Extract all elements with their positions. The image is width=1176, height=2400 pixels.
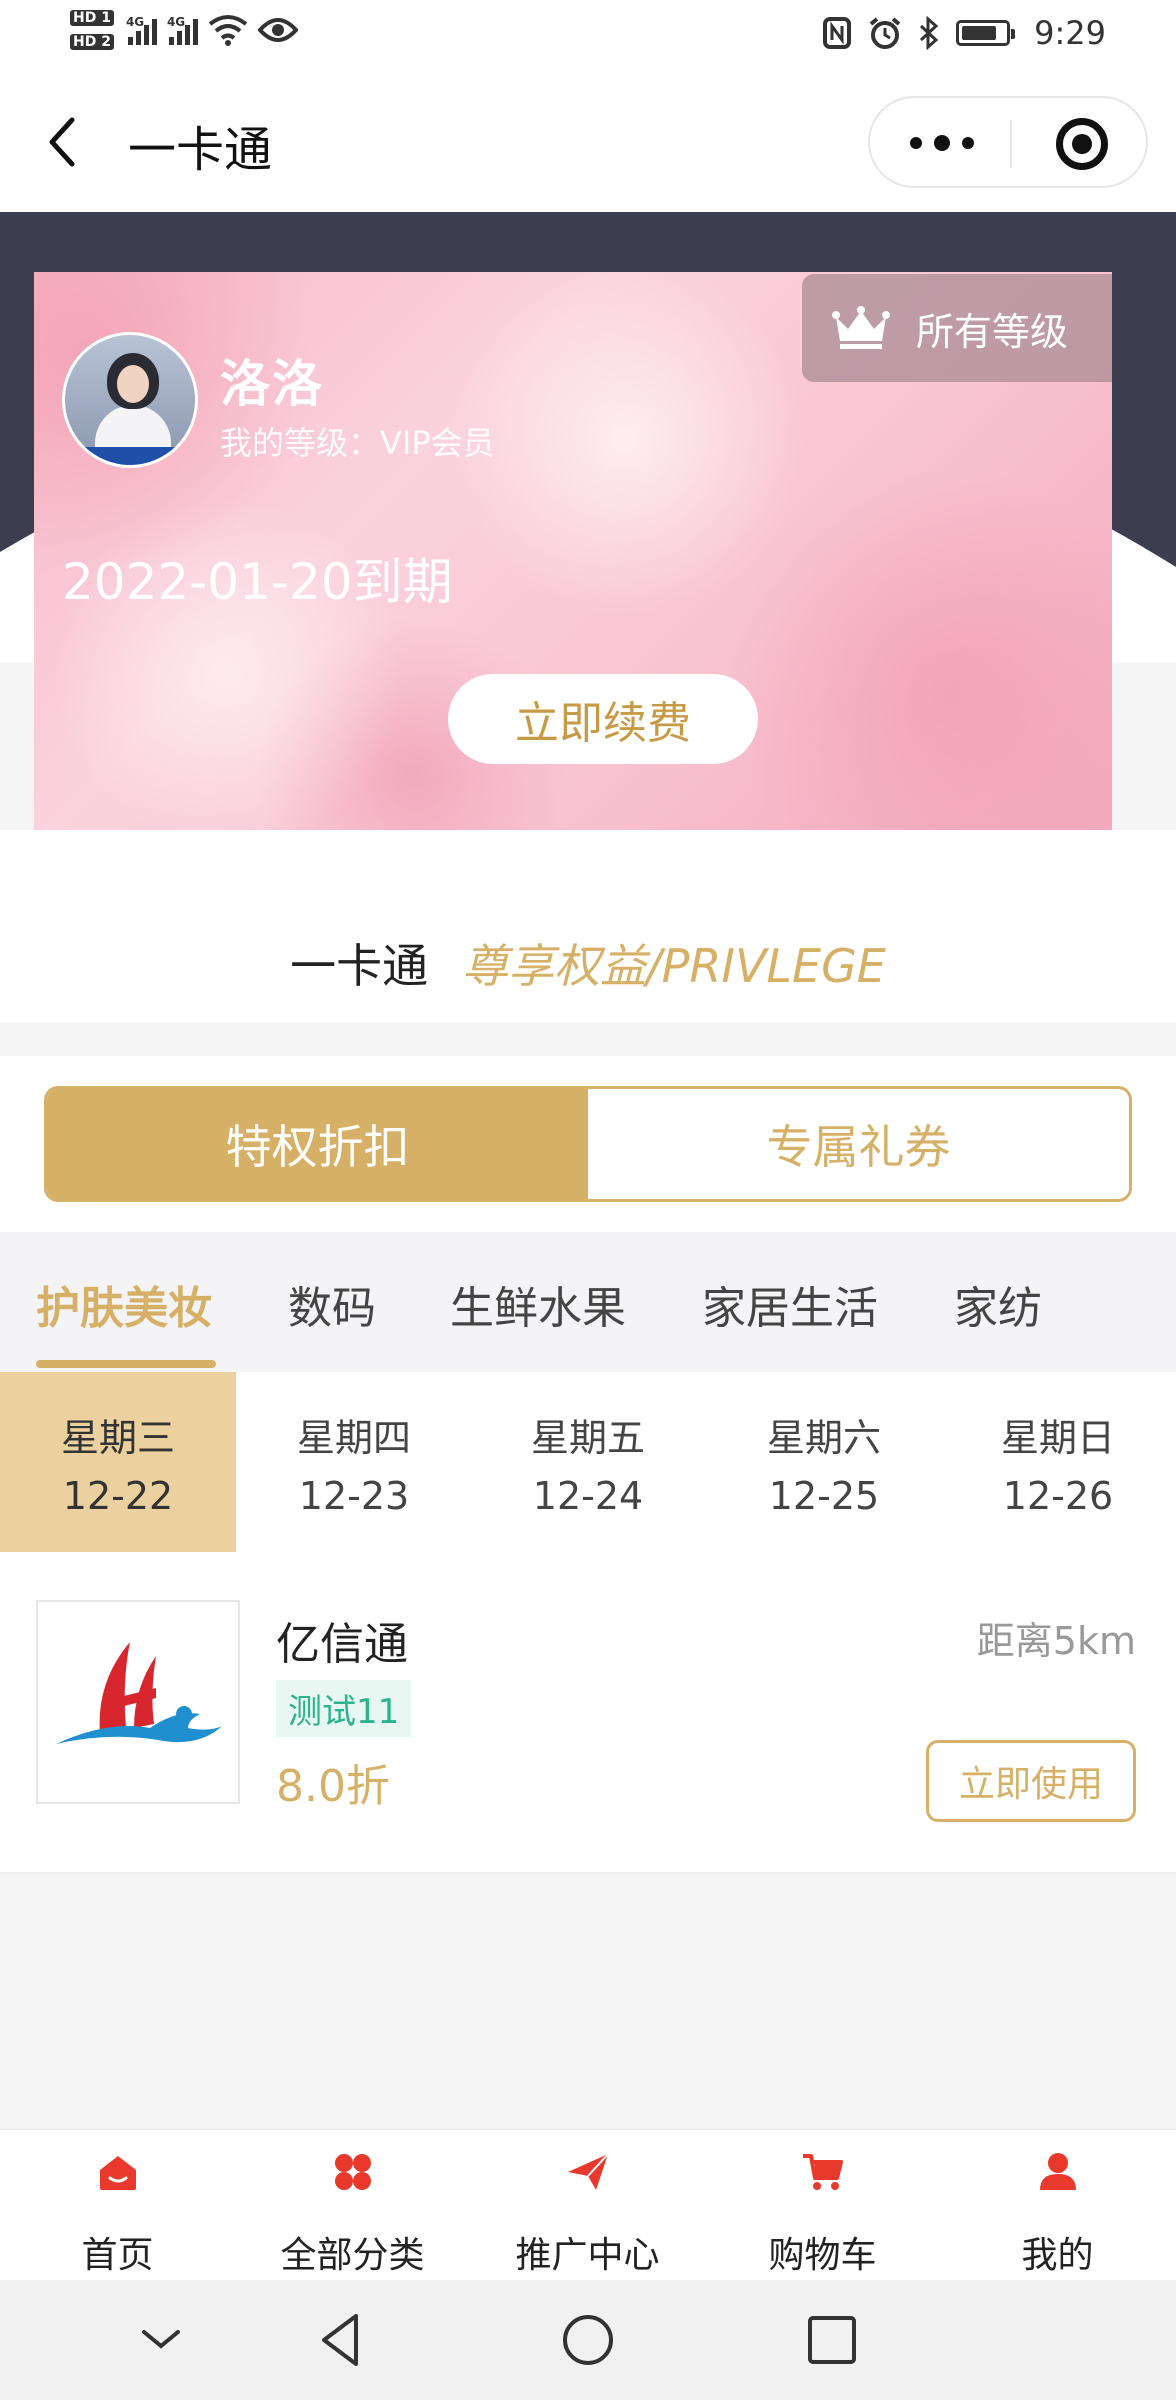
category-fresh-fruit[interactable]: 生鲜水果 xyxy=(450,1272,626,1336)
user-icon xyxy=(1040,2153,1076,2190)
date-item[interactable]: 星期六 12-25 xyxy=(706,1372,942,1552)
date-item[interactable]: 星期四 12-23 xyxy=(236,1372,472,1552)
nfc-icon xyxy=(823,17,852,49)
shop-discount: 8.0折 xyxy=(276,1761,390,1812)
wifi-icon xyxy=(208,15,248,46)
status-bar: HD 1 HD 2 4G 4G 9:29 xyxy=(0,0,1176,72)
shop-tag: 测试11 xyxy=(276,1680,412,1737)
tab-label: 推广中心 xyxy=(515,2235,660,2276)
categories-icon xyxy=(335,2154,371,2190)
tab-cart[interactable]: 购物车 xyxy=(705,2130,940,2282)
tab-home[interactable]: 首页 xyxy=(0,2130,235,2282)
home-circle-icon[interactable] xyxy=(560,2310,616,2370)
crown-icon xyxy=(832,306,890,349)
signal-icon: 4G xyxy=(126,15,157,45)
sim2-indicator: HD 2 xyxy=(70,32,116,52)
tab-label: 首页 xyxy=(81,2235,154,2276)
all-levels-label: 所有等级 xyxy=(916,309,1069,354)
home-icon xyxy=(100,2156,136,2190)
tab-mine[interactable]: 我的 xyxy=(940,2130,1175,2282)
bottom-tabbar: 首页 全部分类 推广中心 购物车 我的 xyxy=(0,2128,1176,2280)
avatar xyxy=(62,332,198,468)
privilege-subtitle: 尊享权益/PRIVLEGE xyxy=(462,939,886,993)
paper-plane-icon xyxy=(568,2153,609,2190)
shop-logo[interactable] xyxy=(36,1600,240,1804)
bluetooth-icon xyxy=(920,16,939,50)
recents-square-icon[interactable] xyxy=(804,2310,860,2370)
signal-icon: 4G xyxy=(167,15,198,45)
shop-name: 亿信通 xyxy=(276,1619,408,1670)
privilege-title: 一卡通 xyxy=(290,939,429,993)
tab-all-categories[interactable]: 全部分类 xyxy=(235,2130,470,2282)
sim1-indicator: HD 1 xyxy=(70,8,116,28)
back-triangle-icon[interactable] xyxy=(316,2310,366,2370)
alarm-icon xyxy=(869,17,901,49)
back-arrow-icon[interactable] xyxy=(40,112,90,172)
tab-promotion[interactable]: 推广中心 xyxy=(470,2130,705,2282)
use-now-button[interactable]: 立即使用 xyxy=(926,1740,1136,1822)
tab-label: 我的 xyxy=(1021,2235,1094,2276)
date-item[interactable]: 星期日 12-26 xyxy=(940,1372,1176,1552)
category-active-indicator xyxy=(36,1360,216,1368)
more-icon[interactable] xyxy=(910,128,974,158)
expire-date: 2022-01-20到期 xyxy=(62,553,453,611)
cart-icon xyxy=(803,2154,843,2190)
clock-time: 9:29 xyxy=(1034,14,1106,52)
privilege-header: 一卡通 尊享权益/PRIVLEGE xyxy=(0,830,1176,1022)
shop-list: 亿信通 测试11 8.0折 距离5km 立即使用 xyxy=(0,1552,1176,1874)
tab-label: 全部分类 xyxy=(280,2235,425,2276)
user-name: 洛洛 xyxy=(220,355,324,413)
shop-logo-icon xyxy=(56,1642,222,1744)
category-textiles[interactable]: 家纺 xyxy=(954,1272,1042,1336)
renew-button[interactable]: 立即续费 xyxy=(448,674,758,764)
eye-icon xyxy=(257,18,298,42)
tab-privilege-discount[interactable]: 特权折扣 xyxy=(47,1089,588,1199)
miniprogram-capsule xyxy=(868,96,1148,188)
category-digital[interactable]: 数码 xyxy=(288,1272,376,1336)
close-miniprogram-icon[interactable] xyxy=(1056,118,1108,170)
battery-icon xyxy=(956,20,1016,46)
collapse-icon[interactable] xyxy=(136,2310,186,2370)
category-home-living[interactable]: 家居生活 xyxy=(702,1272,878,1336)
all-levels-button[interactable]: 所有等级 xyxy=(802,274,1112,382)
tab-label: 购物车 xyxy=(768,2235,877,2276)
nav-bar: 一卡通 xyxy=(0,72,1176,212)
category-bar: 护肤美妆 数码 生鲜水果 家居生活 家纺 xyxy=(0,1232,1176,1372)
date-selector: 星期三 12-22 星期四 12-23 星期五 12-24 星期六 12-25 星期日 1… xyxy=(0,1372,1176,1552)
tab-exclusive-coupons[interactable]: 专属礼券 xyxy=(588,1089,1129,1199)
date-item[interactable]: 星期五 12-24 xyxy=(470,1372,706,1552)
date-item[interactable]: 星期三 12-22 xyxy=(0,1372,236,1552)
member-level: 我的等级：VIP会员 xyxy=(220,424,495,462)
vip-card: 洛洛 我的等级：VIP会员 2022-01-20到期 所有等级 立即续费 xyxy=(34,272,1112,830)
segment-tabs: 特权折扣 专属礼券 xyxy=(0,1056,1176,1232)
category-skincare[interactable]: 护肤美妆 xyxy=(36,1272,212,1336)
page-title: 一卡通 xyxy=(128,122,273,178)
shop-distance: 距离5km xyxy=(976,1619,1136,1663)
system-navigation-bar xyxy=(0,2280,1176,2400)
